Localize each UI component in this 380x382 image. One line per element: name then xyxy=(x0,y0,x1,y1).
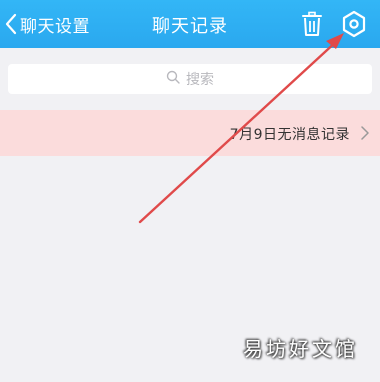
page-title: 聊天记录 xyxy=(152,16,228,37)
watermark: 易坊好文馆 xyxy=(243,337,358,361)
delete-button[interactable] xyxy=(301,11,323,41)
notice-text: 7月9日无消息记录 xyxy=(229,127,350,143)
settings-button[interactable] xyxy=(341,10,367,42)
hexagon-gear-icon xyxy=(341,10,367,42)
search-placeholder: 搜索 xyxy=(186,72,214,88)
search-bar[interactable]: 搜索 xyxy=(8,64,372,94)
trash-icon xyxy=(301,11,323,41)
search-icon xyxy=(166,70,186,88)
no-records-notice[interactable]: 7月9日无消息记录 xyxy=(0,110,380,156)
chevron-right-icon xyxy=(360,125,370,145)
top-bar: 聊天设置 聊天记录 xyxy=(0,0,380,48)
search-section: 搜索 xyxy=(0,48,380,110)
